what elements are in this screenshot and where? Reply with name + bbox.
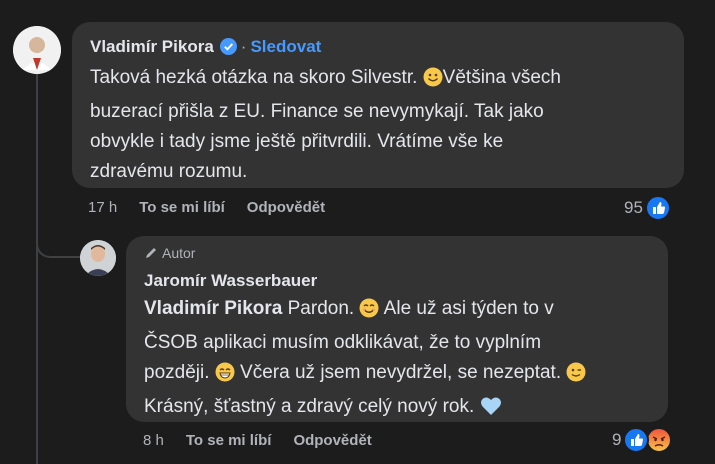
avatar[interactable]	[80, 240, 116, 276]
grin-emoji-icon	[215, 362, 235, 392]
reply-button[interactable]: Odpovědět	[247, 199, 325, 216]
reply-button[interactable]: Odpovědět	[293, 432, 371, 449]
reaction-summary[interactable]: 95	[624, 195, 671, 221]
blush-emoji-icon	[359, 298, 379, 328]
follow-button[interactable]: Sledovat	[250, 37, 321, 56]
comment-text: Taková hezká otázka na skoro Silvestr. V…	[90, 67, 561, 182]
smile-emoji-icon	[423, 67, 443, 97]
reaction-count: 95	[624, 198, 643, 217]
comment-bubble: Vladimír Pikora · Sledovat Taková hezká ot…	[72, 22, 684, 188]
separator-dot: ·	[240, 37, 247, 56]
thread-connector	[36, 240, 80, 258]
verified-badge-icon	[219, 38, 237, 61]
pencil-icon	[144, 246, 158, 264]
reaction-summary[interactable]: 9	[612, 427, 673, 453]
comment-author[interactable]: Vladimír Pikora	[90, 37, 214, 56]
author-badge: Autor	[144, 244, 668, 264]
comment-author[interactable]: Jaromír Wasserbauer	[144, 271, 317, 290]
comment-text: Vladimír Pikora Pardon. Ale už asi týden…	[144, 294, 668, 426]
light-blue-heart-icon	[480, 396, 502, 426]
like-button[interactable]: To se mi líbí	[139, 199, 225, 216]
comment-timestamp[interactable]: 17 h	[88, 199, 117, 216]
comment-actions: 17 h To se mi líbí Odpovědět	[88, 199, 325, 216]
like-icon	[623, 427, 650, 453]
comment-actions: 8 h To se mi líbí Odpovědět	[143, 432, 372, 449]
wink-emoji-icon	[566, 362, 586, 392]
reply-bubble: Autor Jaromír Wasserbauer Vladimír Pikor…	[126, 236, 668, 422]
angry-icon	[646, 427, 673, 453]
avatar[interactable]	[13, 26, 61, 74]
like-button[interactable]: To se mi líbí	[186, 432, 272, 449]
reaction-count: 9	[612, 430, 622, 449]
mention-link[interactable]: Vladimír Pikora	[144, 298, 282, 319]
thread-line	[36, 73, 38, 464]
comment-timestamp[interactable]: 8 h	[143, 432, 164, 449]
like-icon	[644, 195, 671, 221]
